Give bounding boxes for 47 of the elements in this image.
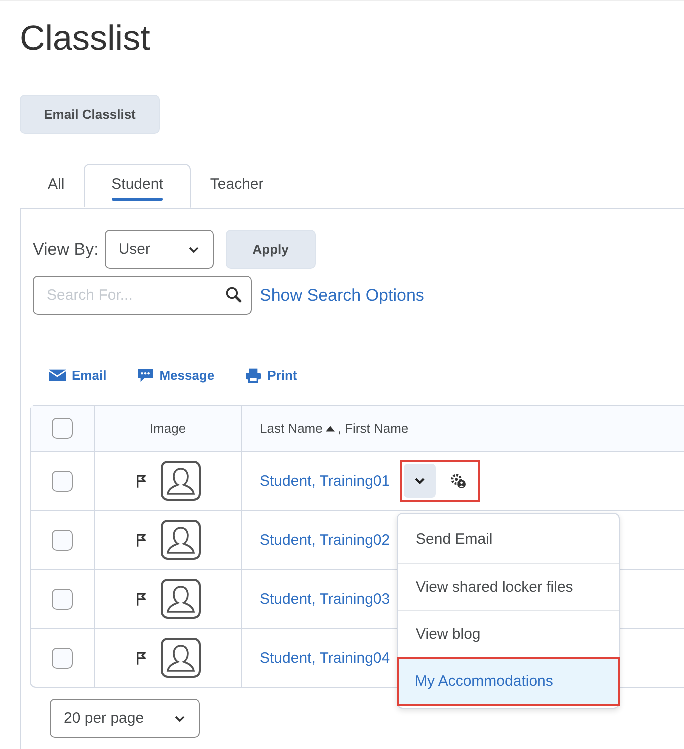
show-search-options-link[interactable]: Show Search Options <box>260 286 424 306</box>
per-page-select[interactable]: 20 per page <box>50 699 200 738</box>
menu-item[interactable]: View shared locker files <box>398 563 619 610</box>
student-name-link[interactable]: Student, Training04 <box>260 650 390 666</box>
tab[interactable]: All <box>29 164 84 209</box>
toolbar-button[interactable]: Email <box>49 368 107 382</box>
chevron-down-icon <box>188 246 200 254</box>
apply-button[interactable]: Apply <box>226 230 316 269</box>
tab[interactable]: Teacher <box>191 164 283 209</box>
student-name-link[interactable]: Student, Training02 <box>260 532 390 548</box>
avatar-icon <box>160 638 200 678</box>
column-header[interactable]: Last Name <box>260 421 323 436</box>
row-checkbox[interactable] <box>52 588 73 610</box>
view-by-label: View By: <box>33 240 99 260</box>
row-checkbox[interactable] <box>52 470 73 492</box>
sort-ascending-icon <box>326 426 335 432</box>
menu-item[interactable]: Send Email <box>398 516 619 563</box>
search-field[interactable]: Search For... <box>33 276 252 315</box>
search-icon <box>225 286 243 304</box>
chevron-down-icon <box>414 477 426 485</box>
column-header[interactable]: , First Name <box>338 421 409 436</box>
dropdown-button[interactable] <box>404 464 436 498</box>
column-header: Image <box>150 421 186 436</box>
chevron-down-icon <box>174 714 186 722</box>
select-all-checkbox[interactable] <box>52 418 73 439</box>
flag-icon <box>136 650 146 666</box>
envelope-icon <box>49 368 66 382</box>
tab[interactable]: Student <box>84 164 192 208</box>
flag-icon <box>136 592 146 606</box>
avatar-icon <box>160 461 200 501</box>
avatar-icon <box>160 520 200 560</box>
student-name-link[interactable]: Student, Training01 <box>260 472 390 490</box>
student-name-link[interactable]: Student, Training03 <box>260 590 390 608</box>
menu-item[interactable]: My Accommodations <box>397 657 620 706</box>
toolbar-button[interactable]: Print <box>244 368 298 382</box>
email-classlist-button[interactable]: Email Classlist <box>20 95 160 134</box>
view-by-select[interactable]: User <box>104 230 214 269</box>
avatar-icon <box>160 579 200 619</box>
page-title: Classlist <box>20 18 150 60</box>
flag-icon <box>136 532 146 548</box>
chat-bubble-icon <box>136 368 154 382</box>
toolbar-button[interactable]: Message <box>136 368 215 382</box>
row-checkbox[interactable] <box>52 530 73 550</box>
printer-icon <box>244 368 262 382</box>
gear-person-icon[interactable] <box>450 474 468 488</box>
row-checkbox[interactable] <box>52 648 73 668</box>
flag-icon <box>136 474 146 488</box>
